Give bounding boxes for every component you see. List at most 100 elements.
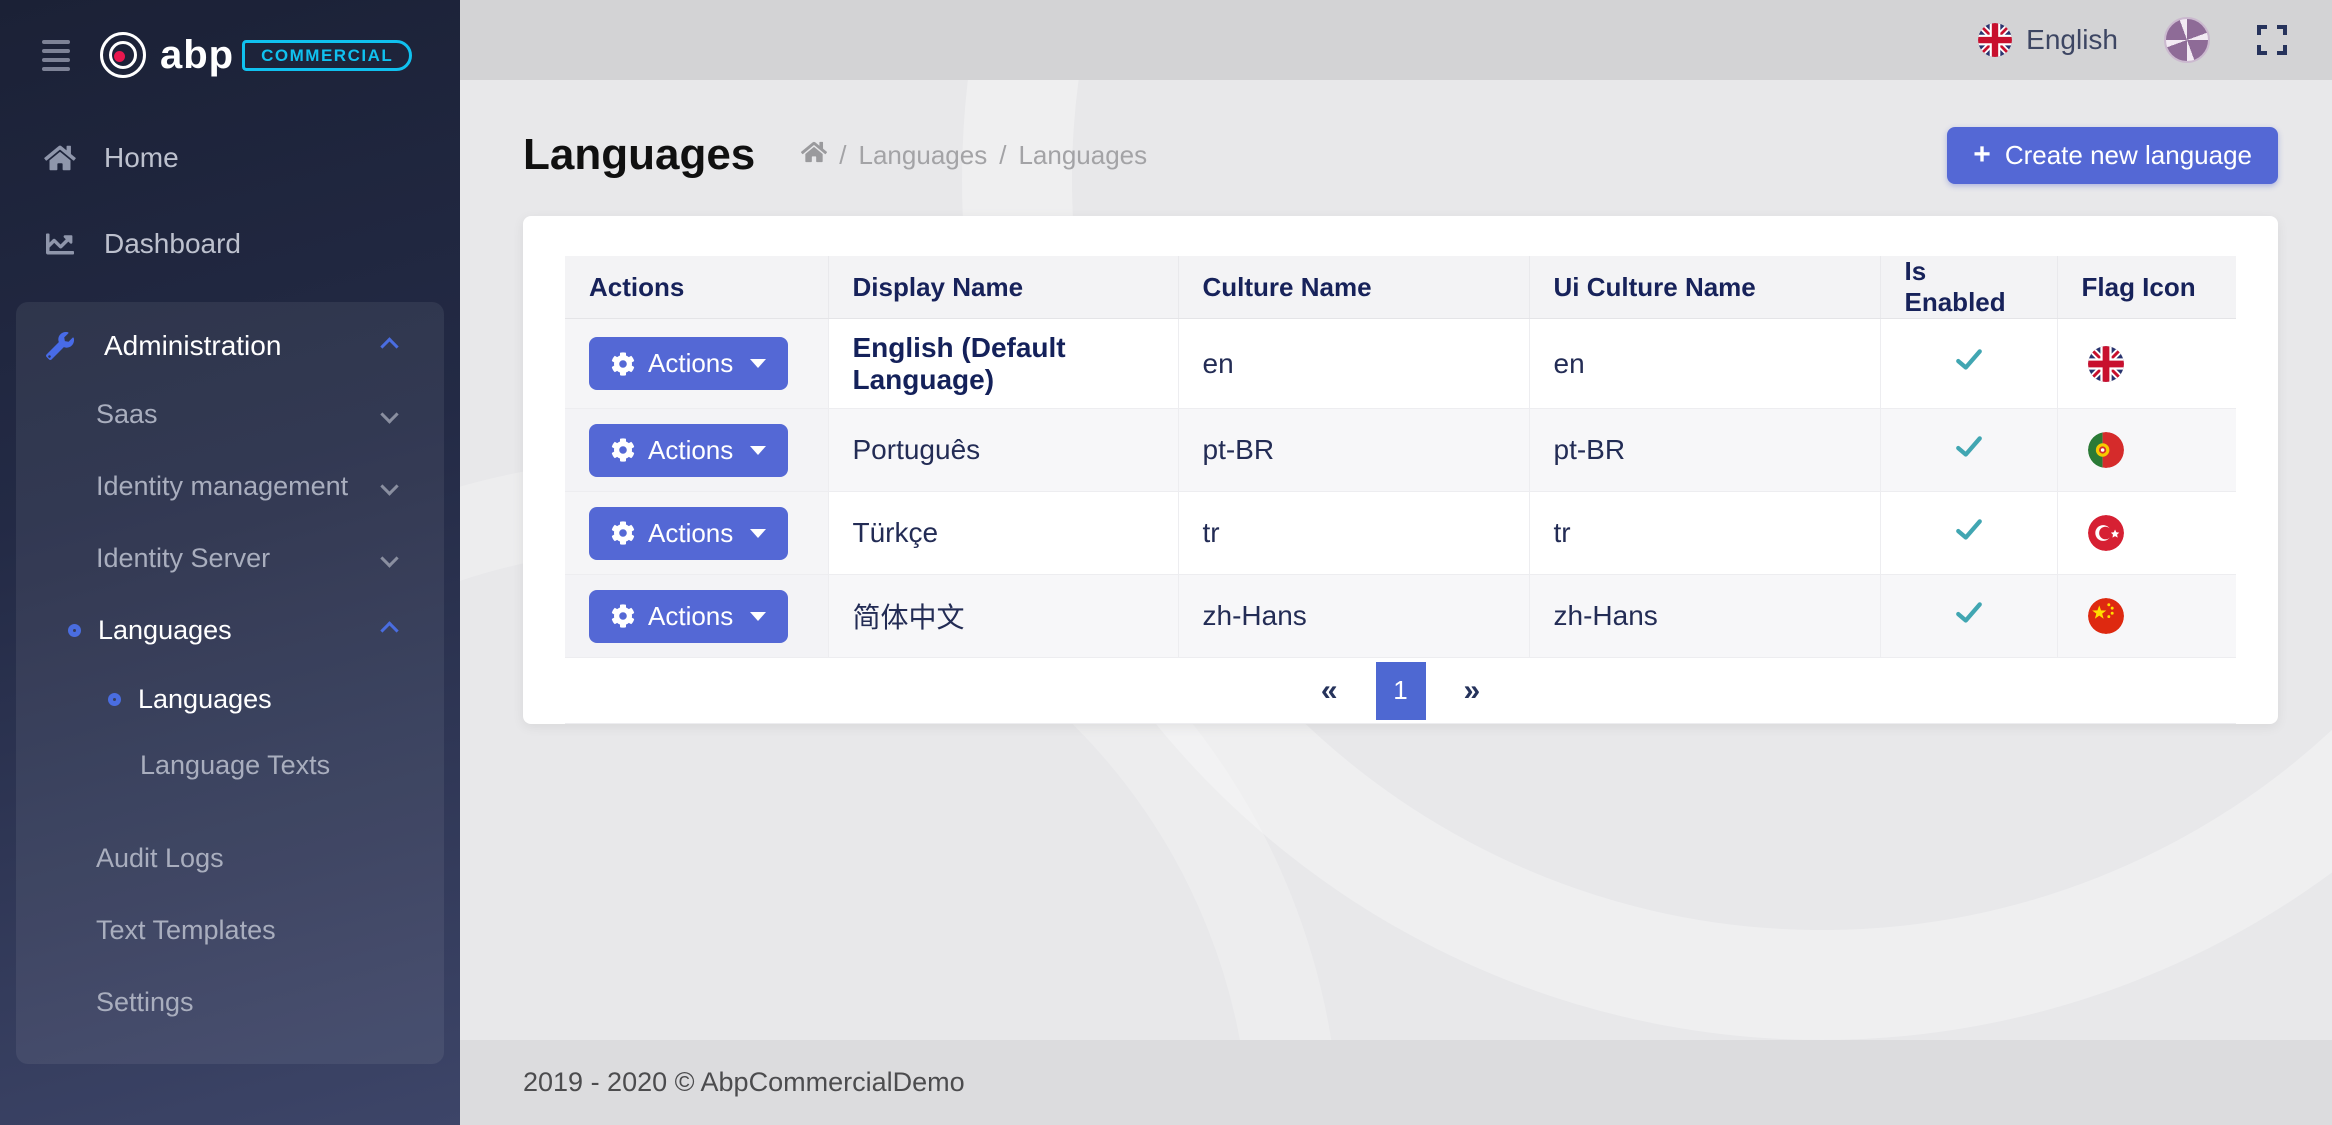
flag-pt-icon (2088, 432, 2124, 468)
row-actions-button[interactable]: Actions (589, 507, 788, 560)
display-name-cell: English (Default Language) (853, 332, 1066, 395)
pagination-next-button[interactable]: » (1464, 674, 1481, 708)
brand-logo[interactable]: abp COMMERCIAL (100, 32, 412, 78)
sidebar-item-language-texts[interactable]: Language Texts (16, 732, 444, 798)
ui-culture-name-cell: pt-BR (1529, 409, 1880, 492)
actions-button-label: Actions (648, 518, 733, 549)
create-button-label: Create new language (2005, 140, 2252, 171)
content-area: Languages / Languages / Languages + Crea… (460, 80, 2332, 1040)
page-title: Languages (523, 130, 755, 180)
sidebar-item-administration[interactable]: Administration (16, 314, 444, 378)
sidebar-item-home[interactable]: Home (0, 128, 460, 188)
display-name-cell: Türkçe (828, 492, 1178, 575)
copyright-text: 2019 - 2020 © AbpCommercialDemo (523, 1067, 965, 1098)
sidebar-item-label: Languages (138, 684, 272, 715)
gear-icon (611, 352, 635, 376)
brand-name: abp (160, 35, 234, 75)
sidebar-item-label: Identity management (96, 471, 348, 502)
chevron-down-icon (380, 405, 398, 423)
gear-icon (611, 438, 635, 462)
display-name-cell: 简体中文 (828, 575, 1178, 658)
sidebar-item-label: Dashboard (104, 228, 241, 260)
brand-badge: COMMERCIAL (242, 40, 412, 71)
check-icon (1954, 432, 1984, 462)
sidebar-item-label: Text Templates (96, 915, 276, 946)
chevron-up-icon (380, 337, 398, 355)
plus-icon: + (1973, 140, 1991, 170)
check-icon (1954, 345, 1984, 375)
ui-culture-name-cell: zh-Hans (1529, 575, 1880, 658)
row-actions-button[interactable]: Actions (589, 424, 788, 477)
sidebar-item-saas[interactable]: Saas (16, 378, 444, 450)
fullscreen-icon[interactable] (2256, 24, 2288, 56)
check-icon (1954, 515, 1984, 545)
wrench-icon (42, 332, 78, 360)
sidebar-item-label: Home (104, 142, 179, 174)
row-actions-button[interactable]: Actions (589, 590, 788, 643)
create-new-language-button[interactable]: + Create new language (1947, 127, 2278, 184)
sidebar-item-label: Language Texts (140, 750, 330, 781)
app-root: abp COMMERCIAL Home Dashboard (0, 0, 2332, 1125)
caret-down-icon (750, 529, 766, 538)
sidebar-item-settings[interactable]: Settings (16, 966, 444, 1038)
language-selector[interactable]: English (1978, 23, 2118, 57)
check-icon (1954, 598, 1984, 628)
breadcrumb-item[interactable]: Languages (1018, 140, 1147, 171)
divider (16, 798, 444, 822)
column-header-flag-icon: Flag Icon (2057, 256, 2236, 319)
pagination-page-1[interactable]: 1 (1376, 662, 1426, 720)
sidebar-item-label: Languages (98, 615, 232, 646)
sidebar-item-identity-server[interactable]: Identity Server (16, 522, 444, 594)
caret-down-icon (750, 612, 766, 621)
culture-name-cell: tr (1178, 492, 1529, 575)
bullet-ring-icon (108, 693, 121, 706)
home-icon (42, 144, 78, 172)
sidebar-item-label: Administration (104, 330, 281, 362)
dashboard-icon (42, 230, 78, 258)
menu-toggle-icon[interactable] (42, 40, 70, 71)
languages-card: Actions Display Name Culture Name Ui Cul… (523, 216, 2278, 724)
table-row: Actions Türkçe tr tr (565, 492, 2236, 575)
chevron-down-icon (380, 549, 398, 567)
breadcrumb-separator: / (839, 140, 846, 171)
sidebar-menu: Home Dashboard Administration Saas (0, 128, 460, 1064)
sidebar-item-label: Audit Logs (96, 843, 224, 874)
breadcrumb-home-icon[interactable] (801, 140, 827, 171)
display-name-cell: Português (828, 409, 1178, 492)
sidebar-item-label: Identity Server (96, 543, 270, 574)
flag-tr-icon (2088, 515, 2124, 551)
row-actions-button[interactable]: Actions (589, 337, 788, 390)
caret-down-icon (750, 359, 766, 368)
gear-icon (611, 604, 635, 628)
ui-culture-name-cell: en (1529, 319, 1880, 409)
uk-flag-icon (1978, 23, 2012, 57)
sidebar-item-languages[interactable]: Languages (16, 666, 444, 732)
culture-name-cell: zh-Hans (1178, 575, 1529, 658)
column-header-culture-name: Culture Name (1178, 256, 1529, 319)
languages-table: Actions Display Name Culture Name Ui Cul… (565, 256, 2236, 658)
top-header: English (460, 0, 2332, 80)
sidebar-item-languages-group[interactable]: Languages (16, 594, 444, 666)
sidebar-item-text-templates[interactable]: Text Templates (16, 894, 444, 966)
culture-name-cell: pt-BR (1178, 409, 1529, 492)
actions-button-label: Actions (648, 435, 733, 466)
sidebar-group-administration: Administration Saas Identity management … (16, 302, 444, 1064)
culture-name-cell: en (1178, 319, 1529, 409)
table-row: Actions Português pt-BR pt-BR (565, 409, 2236, 492)
chevron-up-icon (380, 621, 398, 639)
sidebar-item-audit-logs[interactable]: Audit Logs (16, 822, 444, 894)
sidebar-item-label: Saas (96, 399, 158, 430)
breadcrumb-item[interactable]: Languages (859, 140, 988, 171)
sidebar-item-identity-management[interactable]: Identity management (16, 450, 444, 522)
breadcrumb-separator: / (999, 140, 1006, 171)
abp-logo-icon (100, 32, 146, 78)
bullet-ring-icon (68, 624, 81, 637)
pagination-prev-button[interactable]: « (1321, 674, 1338, 708)
user-avatar[interactable] (2164, 17, 2210, 63)
column-header-actions: Actions (565, 256, 828, 319)
chevron-down-icon (380, 477, 398, 495)
column-header-is-enabled: Is Enabled (1880, 256, 2057, 319)
page-head: Languages / Languages / Languages + Crea… (523, 118, 2278, 192)
table-row: Actions English (Default Language) en en (565, 319, 2236, 409)
sidebar-item-dashboard[interactable]: Dashboard (0, 214, 460, 274)
